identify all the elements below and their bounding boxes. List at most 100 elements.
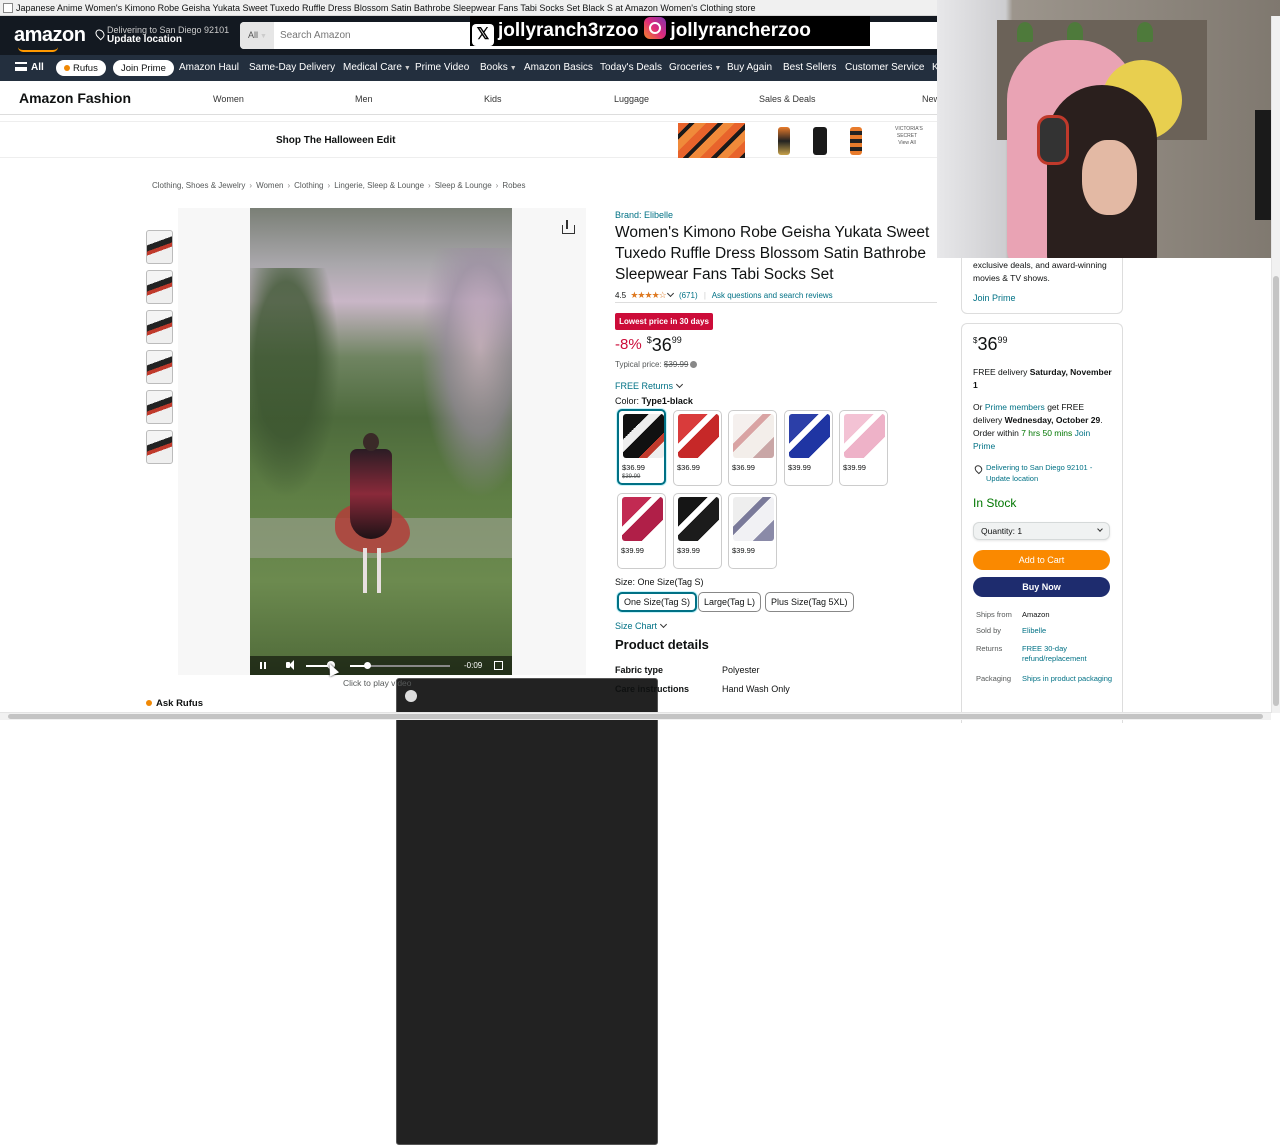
nav-item-groceries[interactable]: Groceries ▼ bbox=[669, 55, 721, 81]
ask-rufus-button[interactable]: Ask Rufus bbox=[146, 698, 203, 709]
model-legs bbox=[363, 548, 381, 593]
review-count-link[interactable]: (671) bbox=[679, 291, 698, 300]
add-to-cart-button[interactable]: Add to Cart bbox=[973, 550, 1110, 570]
brand-link[interactable]: Brand: Elibelle bbox=[615, 210, 673, 220]
nav-item-books[interactable]: Books ▼ bbox=[480, 55, 517, 81]
video-seek-knob[interactable] bbox=[364, 662, 371, 669]
vertical-scrollbar-thumb[interactable] bbox=[1273, 276, 1279, 706]
search-category-select[interactable]: All ▼ bbox=[240, 22, 274, 49]
free-delivery-label: FREE delivery bbox=[973, 367, 1028, 377]
amazon-fashion-brand[interactable]: Amazon Fashion bbox=[19, 90, 131, 106]
deliver-to[interactable]: Delivering to San Diego 92101 Update loc… bbox=[93, 25, 229, 45]
all-menu-button[interactable]: All bbox=[15, 55, 44, 81]
buy-now-button[interactable]: Buy Now bbox=[973, 577, 1110, 597]
subnav-luggage[interactable]: Luggage bbox=[614, 94, 649, 104]
rufus-icon bbox=[64, 65, 70, 71]
nav-item-customer-service[interactable]: Customer Service bbox=[845, 55, 924, 81]
packaging-link[interactable]: Ships in product packaging bbox=[1022, 674, 1117, 684]
breadcrumb-item[interactable]: Clothing, Shoes & Jewelry bbox=[152, 181, 245, 190]
row-value: Amazon bbox=[1022, 610, 1050, 619]
chevron-down-icon[interactable] bbox=[666, 289, 674, 298]
webcam-plant bbox=[1137, 22, 1153, 42]
prime-members-link[interactable]: Prime members bbox=[985, 402, 1045, 412]
product-video[interactable] bbox=[250, 208, 512, 675]
breadcrumb-item[interactable]: Robes bbox=[502, 181, 525, 190]
fullscreen-icon[interactable] bbox=[494, 656, 503, 675]
nav-item-same-day[interactable]: Same-Day Delivery bbox=[249, 55, 335, 81]
breadcrumb-item[interactable]: Clothing bbox=[294, 181, 323, 190]
share-icon[interactable] bbox=[561, 220, 575, 234]
star-rating-icon[interactable]: ★★★★☆ bbox=[630, 290, 666, 300]
size-option-large[interactable]: Large(Tag L) bbox=[698, 592, 762, 612]
breadcrumb-item[interactable]: Sleep & Lounge bbox=[435, 181, 492, 190]
x-logo-icon: 𝕏 bbox=[472, 24, 494, 46]
page-favicon-icon bbox=[3, 3, 13, 13]
nav-item-todays-deals[interactable]: Today's Deals bbox=[600, 55, 662, 81]
swatch-price: $36.99 bbox=[732, 463, 755, 472]
halloween-promo-banner[interactable]: Shop The Halloween Edit VICTORIA'S SECRE… bbox=[0, 121, 937, 158]
seller-link[interactable]: Elibelle bbox=[1022, 626, 1117, 636]
size-option-one-size[interactable]: One Size(Tag S) bbox=[617, 592, 698, 612]
breadcrumb-item[interactable]: Lingerie, Sleep & Lounge bbox=[334, 181, 424, 190]
thumbnail-image[interactable] bbox=[146, 430, 173, 464]
model-head bbox=[363, 433, 379, 451]
thumbnail-video[interactable] bbox=[396, 678, 658, 1145]
countdown: 7 hrs 50 mins bbox=[1021, 428, 1073, 438]
amazon-logo[interactable]: amazon bbox=[14, 24, 86, 47]
color-swatch[interactable]: $36.99 $39.99 bbox=[617, 409, 666, 485]
nav-item-amazon-haul[interactable]: Amazon Haul bbox=[179, 55, 239, 81]
row-key: Returns bbox=[976, 644, 1003, 653]
subnav-kids[interactable]: Kids bbox=[484, 94, 502, 104]
thumbnail-image[interactable] bbox=[146, 350, 173, 384]
join-prime-link[interactable]: Join Prime bbox=[973, 293, 1016, 303]
thumbnail-image[interactable] bbox=[146, 390, 173, 424]
swatch-image bbox=[733, 497, 774, 541]
color-swatch[interactable]: $39.99 bbox=[617, 493, 666, 569]
thumbnail-image[interactable] bbox=[146, 230, 173, 264]
color-swatch[interactable]: $39.99 bbox=[784, 410, 833, 486]
join-prime-button[interactable]: Join Prime bbox=[113, 55, 174, 81]
promo-product-image bbox=[778, 127, 790, 155]
volume-icon[interactable] bbox=[286, 656, 296, 675]
color-swatch[interactable]: $39.99 bbox=[839, 410, 888, 486]
returns-link[interactable]: FREE 30-day refund/replacement bbox=[1022, 644, 1117, 664]
rating-value: 4.5 bbox=[615, 291, 627, 300]
rufus-icon bbox=[146, 700, 152, 706]
free-returns-link[interactable]: FREE Returns bbox=[615, 380, 684, 391]
color-swatch[interactable]: $36.99 bbox=[673, 410, 722, 486]
subnav-sales-deals[interactable]: Sales & Deals bbox=[759, 94, 816, 104]
rating-row: 4.5 ★★★★☆ (671) | Ask questions and sear… bbox=[615, 289, 833, 301]
thumbnail-image[interactable] bbox=[146, 270, 173, 304]
size-chart-link[interactable]: Size Chart bbox=[615, 620, 668, 631]
video-controls: -0:09 bbox=[250, 656, 512, 675]
subnav-women[interactable]: Women bbox=[213, 94, 244, 104]
ask-questions-link[interactable]: Ask questions and search reviews bbox=[712, 291, 833, 300]
color-swatch[interactable]: $39.99 bbox=[728, 493, 777, 569]
nav-item-prime-video[interactable]: Prime Video bbox=[415, 55, 469, 81]
breadcrumb-separator-icon: › bbox=[428, 181, 431, 190]
nav-item-best-sellers[interactable]: Best Sellers bbox=[783, 55, 836, 81]
quantity-select[interactable]: Quantity: 1 bbox=[973, 522, 1110, 540]
rufus-button[interactable]: Rufus bbox=[56, 55, 106, 81]
deliver-to-link[interactable]: Delivering to San Diego 92101 - Update l… bbox=[973, 462, 1113, 484]
info-icon[interactable] bbox=[690, 361, 698, 368]
row-key: Sold by bbox=[976, 626, 1002, 635]
image-thumbnails bbox=[146, 230, 658, 1145]
subnav-men[interactable]: Men bbox=[355, 94, 373, 104]
instagram-logo-icon bbox=[644, 17, 667, 39]
breadcrumb-item[interactable]: Women bbox=[256, 181, 283, 190]
thumbnail-image[interactable] bbox=[146, 310, 173, 344]
nav-item-medical-care[interactable]: Medical Care ▼ bbox=[343, 55, 411, 81]
horizontal-scrollbar-thumb[interactable] bbox=[8, 714, 1263, 719]
horizontal-scrollbar[interactable] bbox=[0, 712, 1271, 720]
size-option-plus[interactable]: Plus Size(Tag 5XL) bbox=[765, 592, 854, 612]
search-input[interactable] bbox=[276, 22, 476, 49]
pause-icon[interactable] bbox=[259, 656, 267, 675]
color-swatch[interactable]: $36.99 bbox=[728, 410, 777, 486]
vertical-scrollbar[interactable] bbox=[1271, 16, 1280, 713]
color-swatch[interactable]: $39.99 bbox=[673, 493, 722, 569]
view-all-link[interactable]: View All bbox=[898, 140, 915, 146]
swatch-price: $39.99 bbox=[788, 463, 811, 472]
nav-item-buy-again[interactable]: Buy Again bbox=[727, 55, 772, 81]
nav-item-amazon-basics[interactable]: Amazon Basics bbox=[524, 55, 593, 81]
